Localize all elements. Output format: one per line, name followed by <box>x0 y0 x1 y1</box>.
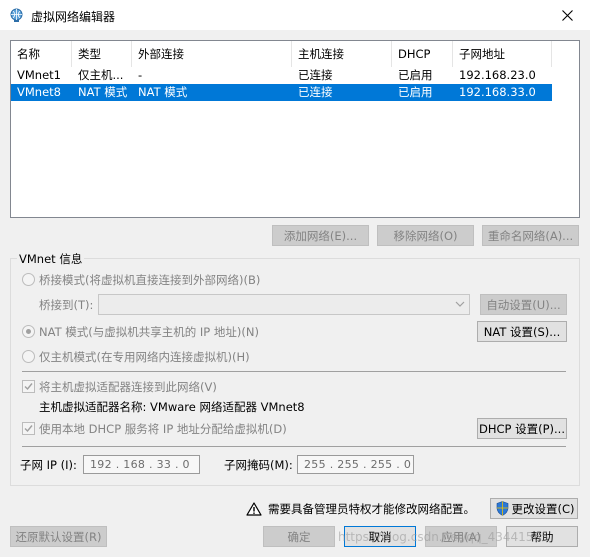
column-header-dhcp[interactable]: DHCP <box>392 41 453 67</box>
host-only-radio[interactable] <box>22 350 35 363</box>
close-icon <box>561 9 573 21</box>
warning-icon <box>246 502 262 516</box>
bridged-mode-radio[interactable] <box>22 273 35 286</box>
cell-subnet: 192.168.33.0 <box>459 85 536 99</box>
subnet-ip-label: 子网 IP (I): <box>20 458 77 472</box>
chevron-down-icon <box>455 301 465 307</box>
admin-warning-text: 需要具备管理员特权才能修改网络配置。 <box>268 502 475 516</box>
subnet-mask-input[interactable]: 255 . 255 . 255 . 0 <box>297 455 414 474</box>
cell-subnet: 192.168.23.0 <box>459 68 536 82</box>
title-bar: 虚拟网络编辑器 <box>0 0 590 30</box>
table-row-selected[interactable]: VMnet8 NAT 模式 NAT 模式 已连接 已启用 192.168.33.… <box>11 84 552 101</box>
change-settings-button[interactable]: 更改设置(C) <box>490 498 578 519</box>
bridged-mode-label: 桥接模式(将虚拟机直接连接到外部网络)(B) <box>39 273 261 287</box>
use-dhcp-label: 使用本地 DHCP 服务将 IP 地址分配给虚拟机(D) <box>39 422 287 436</box>
checkmark-icon <box>24 383 33 391</box>
column-header-type[interactable]: 类型 <box>72 41 132 67</box>
column-header-name[interactable]: 名称 <box>11 41 72 67</box>
restore-defaults-button[interactable]: 还原默认设置(R) <box>10 526 107 547</box>
shield-icon <box>496 501 509 516</box>
auto-settings-button[interactable]: 自动设置(U)... <box>480 294 567 315</box>
separator <box>22 446 566 447</box>
subnet-mask-label: 子网掩码(M): <box>224 458 293 472</box>
checkmark-icon <box>24 425 33 433</box>
window-title: 虚拟网络编辑器 <box>31 10 116 24</box>
cell-host: 已连接 <box>298 85 333 99</box>
separator <box>22 371 566 372</box>
network-globe-icon <box>10 8 23 22</box>
bridge-to-select[interactable] <box>98 294 470 315</box>
connect-adapter-checkbox[interactable] <box>22 380 35 393</box>
network-table[interactable]: 名称 类型 外部连接 主机连接 DHCP 子网地址 VMnet1 仅主机... … <box>10 40 580 218</box>
remove-network-button[interactable]: 移除网络(O) <box>377 225 474 246</box>
cell-host: 已连接 <box>298 68 333 82</box>
cell-external: NAT 模式 <box>138 85 188 99</box>
column-header-subnet[interactable]: 子网地址 <box>453 41 552 67</box>
host-only-label: 仅主机模式(在专用网络内连接虚拟机)(H) <box>39 350 250 364</box>
cell-name: VMnet8 <box>17 85 61 99</box>
use-dhcp-checkbox[interactable] <box>22 422 35 435</box>
cell-name: VMnet1 <box>17 68 61 82</box>
dhcp-settings-button[interactable]: DHCP 设置(P)... <box>477 418 567 439</box>
watermark-text: https://blog.csdn.net/qq_43441565 <box>338 530 549 544</box>
ok-button[interactable]: 确定 <box>263 526 335 547</box>
subnet-ip-input[interactable]: 192 . 168 . 33 . 0 <box>83 455 200 474</box>
column-header-external[interactable]: 外部连接 <box>132 41 292 67</box>
cell-type: 仅主机... <box>78 68 124 82</box>
close-button[interactable] <box>544 0 590 30</box>
rename-network-button[interactable]: 重命名网络(A)... <box>482 225 579 246</box>
cell-type: NAT 模式 <box>78 85 128 99</box>
change-settings-label: 更改设置(C) <box>511 501 575 516</box>
bridge-to-label: 桥接到(T): <box>39 298 94 312</box>
table-row[interactable]: VMnet1 仅主机... - 已连接 已启用 192.168.23.0 <box>11 67 552 84</box>
add-network-button[interactable]: 添加网络(E)... <box>272 225 369 246</box>
vmnet-info-label: VMnet 信息 <box>17 251 85 267</box>
vmnet-info-group <box>10 258 580 486</box>
virtual-network-editor-window: 虚拟网络编辑器 名称 类型 外部连接 主机连接 DHCP 子网地址 VMnet1… <box>0 0 590 557</box>
nat-mode-radio[interactable] <box>22 325 35 338</box>
connect-adapter-label: 将主机虚拟适配器连接到此网络(V) <box>39 380 217 394</box>
adapter-name-text: 主机虚拟适配器名称: VMware 网络适配器 VMnet8 <box>39 400 305 414</box>
cell-external: - <box>138 68 143 82</box>
column-header-host[interactable]: 主机连接 <box>292 41 392 67</box>
cell-dhcp: 已启用 <box>398 68 433 82</box>
cell-dhcp: 已启用 <box>398 85 433 99</box>
nat-settings-button[interactable]: NAT 设置(S)... <box>477 321 567 342</box>
nat-mode-label: NAT 模式(与虚拟机共享主机的 IP 地址)(N) <box>39 325 259 339</box>
table-header: 名称 类型 外部连接 主机连接 DHCP 子网地址 <box>11 41 579 67</box>
